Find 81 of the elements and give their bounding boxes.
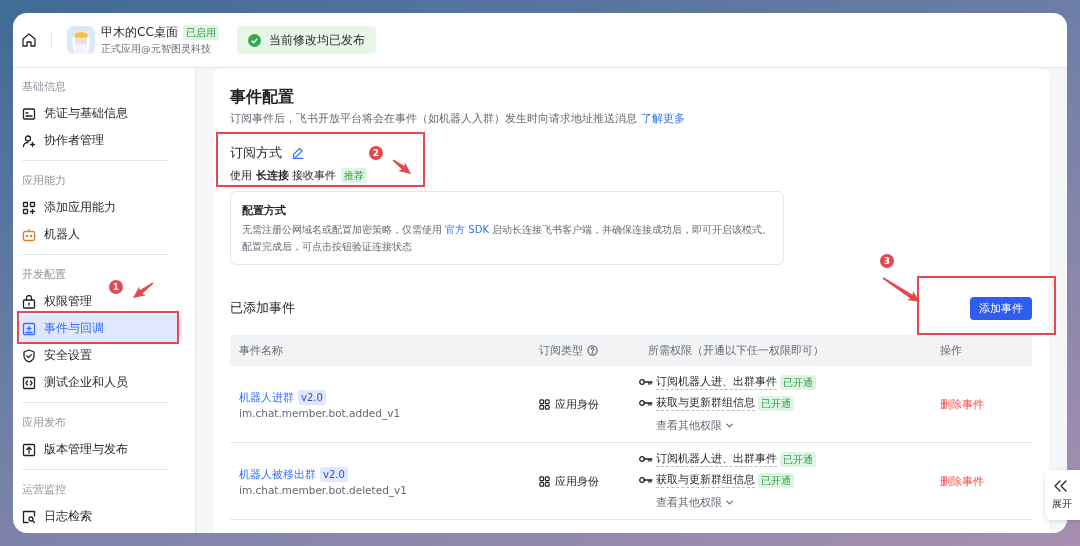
lock-icon: [22, 294, 36, 309]
section-heading: 已添加事件: [230, 299, 295, 317]
learn-more-link[interactable]: 了解更多: [641, 112, 685, 125]
section-label: 基础信息: [21, 79, 67, 95]
panel-title: 配置方式: [242, 203, 287, 219]
page-title: 事件配置: [230, 86, 295, 108]
permission-name: 获取与更新群组信息: [656, 395, 755, 411]
version-tag: v2.0: [320, 466, 348, 482]
sidebar-item[interactable]: 安全设置: [17, 342, 182, 369]
event-name-link[interactable]: 机器人被移出群: [239, 466, 316, 482]
permission-name: 订阅机器人进、出群事件: [656, 374, 777, 390]
add-event-button[interactable]: 添加事件: [970, 296, 1032, 320]
check-circle-icon: [247, 33, 261, 47]
arrow: [882, 277, 920, 302]
event-icon: [22, 321, 36, 336]
grid-icon: [539, 475, 550, 487]
status-tag: 已开通: [780, 451, 816, 467]
subscription-type: 应用身份: [555, 473, 599, 489]
sidebar-item[interactable]: 添加应用能力: [17, 194, 182, 221]
section-label: 运营监控: [21, 482, 67, 498]
sdk-link[interactable]: 官方 SDK: [445, 224, 489, 235]
key-icon: [639, 476, 653, 484]
id-card-icon: [22, 106, 36, 121]
sidebar-item[interactable]: 协作者管理: [17, 127, 182, 154]
status-tag: 已开通: [758, 395, 794, 411]
status-tag: 已开通: [758, 472, 794, 488]
user-add-icon: [22, 133, 36, 148]
sidebar-item[interactable]: 日志检索: [17, 503, 182, 530]
more-permissions-link[interactable]: 查看其他权限: [639, 490, 734, 514]
arrow: [133, 282, 154, 298]
sidebar-item[interactable]: 版本管理与发布: [17, 436, 182, 463]
help-icon: [587, 345, 598, 356]
subscription-type: 应用身份: [555, 396, 599, 412]
double-chevron-icon: [1052, 479, 1068, 493]
delete-event-link[interactable]: 删除事件: [940, 396, 984, 412]
more-permissions-link[interactable]: 查看其他权限: [639, 413, 734, 437]
config-note: 配置完成后，可点击按钮验证连接状态: [242, 240, 413, 254]
grid-plus-icon: [22, 200, 36, 215]
shield-icon: [22, 348, 36, 363]
robot-icon: [22, 227, 36, 242]
key-icon: [639, 399, 653, 407]
permission-name: 获取与更新群组信息: [656, 472, 755, 488]
event-key: im.chat.member.bot.deleted_v1: [239, 483, 407, 496]
expand-tab[interactable]: 展开: [1045, 470, 1080, 520]
app-name: 甲木的CC桌面: [101, 24, 178, 41]
app-subtitle: 正式应用@元智图灵科技: [101, 43, 212, 56]
arrow: [392, 159, 411, 174]
step-number: 1: [109, 280, 123, 294]
section-label: 应用能力: [21, 173, 67, 189]
edit-icon[interactable]: [292, 147, 304, 159]
home-icon[interactable]: [21, 32, 37, 48]
key-icon: [639, 455, 653, 463]
subscription-mode: 使用 长连接 接收事件: [230, 167, 336, 183]
sidebar-item[interactable]: 测试企业和人员: [17, 369, 182, 396]
status-tag: 已启用: [182, 25, 219, 40]
search-doc-icon: [22, 509, 36, 524]
app-icon: [67, 26, 95, 54]
section-heading: 订阅方式: [230, 144, 282, 162]
event-key: im.chat.member.bot.added_v1: [239, 406, 401, 419]
key-icon: [639, 378, 653, 386]
section-label: 开发配置: [21, 267, 67, 283]
toast-text: 当前修改均已发布: [268, 32, 365, 48]
delete-event-link[interactable]: 删除事件: [940, 473, 984, 489]
sidebar-item[interactable]: 凭证与基础信息: [17, 100, 182, 127]
permission-name: 订阅机器人进、出群事件: [656, 451, 777, 467]
column-header: 订阅类型: [539, 343, 583, 358]
grid-icon: [539, 398, 550, 410]
column-header: 操作: [940, 343, 962, 358]
recommended-tag: 推荐: [341, 167, 367, 183]
sidebar-item[interactable]: 机器人: [17, 221, 182, 248]
column-header: 事件名称: [239, 343, 283, 358]
event-name-link[interactable]: 机器人进群: [239, 389, 294, 405]
status-tag: 已开通: [780, 374, 816, 390]
sidebar-item[interactable]: 事件与回调: [17, 315, 182, 342]
section-label: 应用发布: [21, 415, 67, 431]
code-icon: [22, 375, 36, 390]
column-header: 所需权限（开通以下任一权限即可）: [648, 343, 824, 358]
version-tag: v2.0: [298, 389, 326, 405]
upload-icon: [22, 442, 36, 457]
page-description: 订阅事件后，飞书开放平台将会在事件（如机器人入群）发生时向请求地址推送消息 了解更多: [230, 111, 686, 127]
config-description: 无需注册公网域名或配置加密策略，仅需使用 官方 SDK 启动长连接飞书客户端，并确保连接成功后，即可开启该模式。: [242, 223, 773, 237]
